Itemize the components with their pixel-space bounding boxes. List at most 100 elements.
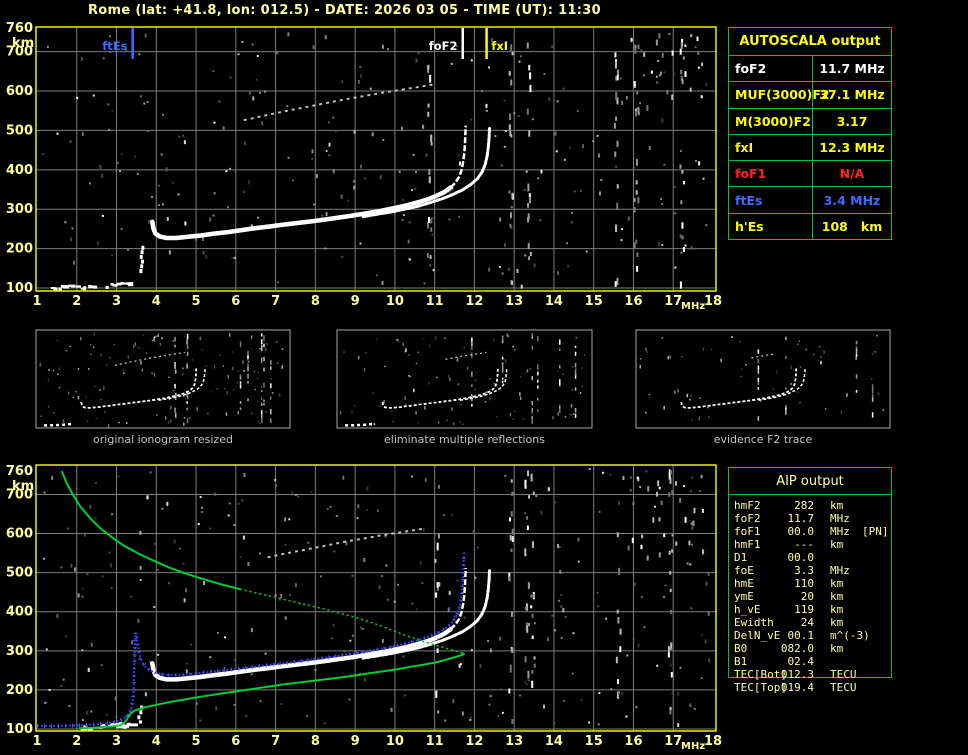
svg-text:12: 12 xyxy=(465,734,483,749)
svg-text:6: 6 xyxy=(231,294,240,309)
svg-text:10: 10 xyxy=(386,294,404,309)
aip-table-header: AIP output xyxy=(776,474,844,489)
svg-text:16: 16 xyxy=(624,294,642,309)
aip-unit: km xyxy=(830,538,844,551)
thumbnail-1 xyxy=(35,329,291,429)
autoscala-row-M(3000)F2: M(3000)F2 3.17 xyxy=(729,108,891,135)
svg-text:15: 15 xyxy=(585,294,603,309)
aip-param: B0 xyxy=(734,642,748,655)
aip-value: 24 xyxy=(800,616,814,629)
aip-unit: m^(-3) xyxy=(830,629,870,642)
svg-text:km: km xyxy=(12,36,34,51)
svg-text:11: 11 xyxy=(426,294,444,309)
aip-value: 282 xyxy=(794,499,814,512)
autoscala-row-value: 108 km xyxy=(821,218,883,234)
svg-text:300: 300 xyxy=(6,202,33,217)
autoscala-row-value: 37.1 MHz xyxy=(819,87,885,103)
svg-text:18: 18 xyxy=(704,294,722,309)
bottom-ionogram-axis-labels: 760700600500400300200100km1 2 3 4 5 6 7 8 9 10 11 1… xyxy=(6,464,722,752)
marker-ftEs: ftEs xyxy=(102,28,134,59)
aip-unit: MHz xyxy=(830,525,850,538)
thumbnail-caption-eliminate: eliminate multiple reflections xyxy=(384,433,545,446)
svg-text:400: 400 xyxy=(6,163,33,178)
svg-text:200: 200 xyxy=(6,242,33,257)
autoscala-row-value: 12.3 MHz xyxy=(819,139,885,155)
autoscala-row-foF2: foF2 11.7 MHz xyxy=(729,56,891,83)
series-second-hop-multiple-reflection xyxy=(243,83,435,122)
aip-unit: km xyxy=(830,603,844,616)
aip-param: h_vE xyxy=(734,603,761,616)
bottom-ionogram: 760700600500400300200100km1 2 3 4 5 6 7 8 9 10 11 1… xyxy=(6,464,722,752)
autoscala-output-table: AUTOSCALA output foF2 11.7 MHz MUF(3000)F2… xyxy=(728,27,892,240)
marker-foF2-label: foF2 xyxy=(429,39,458,53)
top-ionogram: ftEs foF2 fxI760700600500400300200100km1 2 3… xyxy=(6,21,722,312)
aip-unit: MHz xyxy=(830,512,850,525)
svg-text:17: 17 xyxy=(664,294,682,309)
svg-text:13: 13 xyxy=(505,294,523,309)
svg-text:1: 1 xyxy=(32,294,41,309)
series-es-vertical-blip xyxy=(139,245,145,274)
series-restored-trace xyxy=(37,552,467,728)
autoscala-row-value: 3.4 MHz xyxy=(823,192,881,208)
marker-foF2: foF2 xyxy=(429,28,464,59)
autoscala-row-value: N/A xyxy=(839,166,865,182)
svg-text:11: 11 xyxy=(426,734,444,749)
marker-fxI-label: fxI xyxy=(491,39,508,53)
series-sporadic-e-trace xyxy=(50,281,134,292)
svg-text:6: 6 xyxy=(231,734,240,749)
aip-value: 019.4 xyxy=(780,681,814,694)
svg-text:2: 2 xyxy=(72,734,81,749)
series-f2-extraordinary-trace xyxy=(361,127,491,219)
autoscala-row-ftEs: ftEs 3.4 MHz xyxy=(729,187,891,214)
autoscala-row-fxI: fxI 12.3 MHz xyxy=(729,134,891,162)
aip-value: --- xyxy=(794,538,814,551)
svg-text:9: 9 xyxy=(351,734,360,749)
svg-text:14: 14 xyxy=(545,734,563,749)
aip-value: 119 xyxy=(794,603,814,616)
svg-text:300: 300 xyxy=(6,644,33,659)
thumbnail-3 xyxy=(635,329,891,429)
aip-param: foE xyxy=(734,564,754,577)
svg-text:9: 9 xyxy=(351,294,360,309)
thumbnail-caption-original: original ionogram resized xyxy=(93,433,233,446)
autoscala-row-MUF(3000)F2: MUF(3000)F2 37.1 MHz xyxy=(729,82,891,109)
svg-text:600: 600 xyxy=(6,527,33,542)
series-f2-ordinary-trace xyxy=(150,567,467,682)
aip-unit: MHz xyxy=(830,564,850,577)
aip-value: 00.0 xyxy=(787,525,815,538)
aip-param: hmF1 xyxy=(734,538,761,551)
autoscala-window: { "window": { "title": "Rome (lat: +41.8… xyxy=(0,0,968,755)
svg-text:1: 1 xyxy=(32,734,41,749)
aip-note: [PN] xyxy=(862,525,889,538)
svg-text:km: km xyxy=(12,479,34,494)
autoscala-row-h'Es: h'Es 108 km xyxy=(729,213,891,239)
svg-text:4: 4 xyxy=(152,294,161,309)
series-f2-ordinary-trace xyxy=(150,125,467,241)
svg-text:12: 12 xyxy=(465,294,483,309)
aip-unit: TECU xyxy=(830,681,857,694)
svg-text:760: 760 xyxy=(6,21,33,36)
aip-value: 00.1 xyxy=(787,629,815,642)
autoscala-row-label: h'Es xyxy=(729,213,813,239)
svg-text:100: 100 xyxy=(6,281,33,296)
svg-text:14: 14 xyxy=(545,294,563,309)
aip-value: 00.0 xyxy=(787,551,815,564)
autoscala-row-value: 3.17 xyxy=(836,113,868,129)
aip-param: B1 xyxy=(734,655,748,668)
aip-unit: km xyxy=(830,499,844,512)
svg-text:200: 200 xyxy=(6,683,33,698)
svg-text:3: 3 xyxy=(112,294,121,309)
aip-param: hmF2 xyxy=(734,499,761,512)
autoscala-row-label: M(3000)F2 xyxy=(729,108,813,134)
svg-text:500: 500 xyxy=(6,566,33,581)
marker-ftEs-label: ftEs xyxy=(102,39,127,53)
autoscala-row-foF1: foF1 N/A xyxy=(729,161,891,188)
aip-unit: TECU xyxy=(830,668,857,681)
svg-text:8: 8 xyxy=(311,294,320,309)
series-electron-density-profile-topside xyxy=(60,470,463,654)
aip-unit: km xyxy=(830,590,844,603)
thumbnail-caption-evidence: evidence F2 trace xyxy=(713,433,813,446)
aip-unit: km xyxy=(830,616,844,629)
thumbnail-border xyxy=(635,329,891,429)
aip-param: foF2 xyxy=(734,512,761,525)
